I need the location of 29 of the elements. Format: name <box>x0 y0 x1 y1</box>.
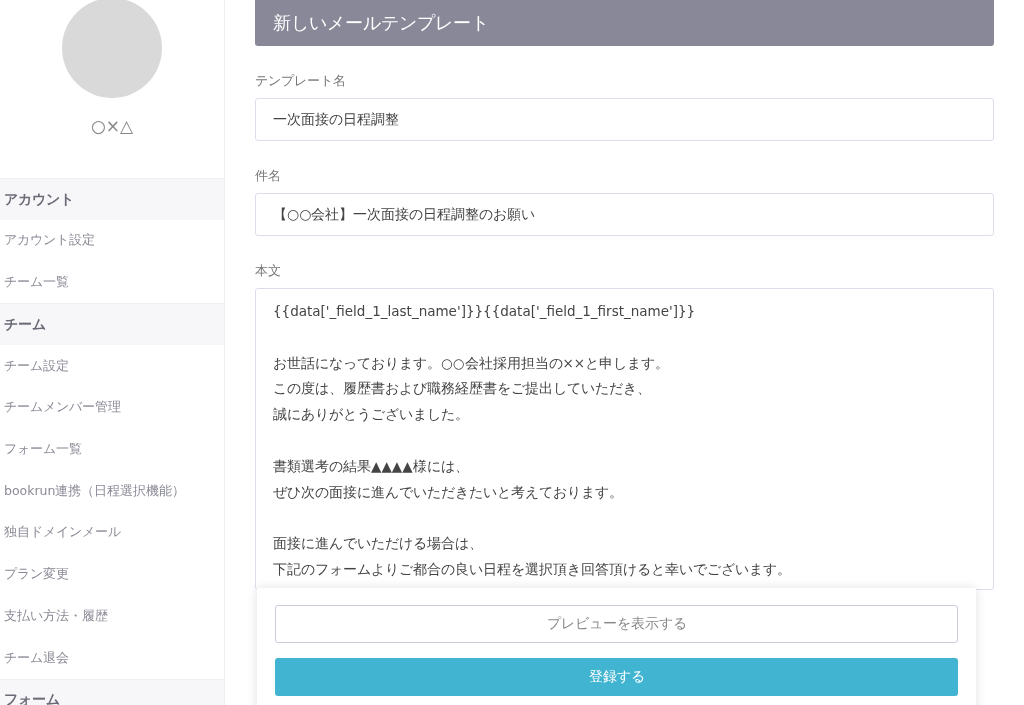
sidebar-item[interactable]: bookrun連携（日程選択機能） <box>0 470 224 513</box>
body-text-line: {{data['_field_1_last_name']}}{{data['_field_1_first_name']}} <box>273 302 697 321</box>
sidebar-item[interactable]: 支払い方法・履歴 <box>0 595 224 638</box>
sidebar-item[interactable]: フォーム一覧 <box>0 428 224 471</box>
sidebar-section-header: チーム <box>0 303 224 346</box>
profile-name: ○×△ <box>90 116 134 136</box>
sidebar-item[interactable]: チーム設定 <box>0 345 224 388</box>
sidebar-section-header: アカウント <box>0 178 224 220</box>
input-field[interactable]: 一次面接の日程調整 <box>255 98 994 141</box>
body-text-line: 下記のフォームよりご都合の良い日程を選択頂き回答頂けると幸いでございます。 <box>273 559 792 579</box>
sidebar-item[interactable]: プラン変更 <box>0 553 224 596</box>
field-label: テンプレート名 <box>255 72 347 90</box>
sidebar-item[interactable]: チーム一覧 <box>0 261 224 304</box>
sidebar-item[interactable]: 独自ドメインメール <box>0 512 224 554</box>
field-label: 件名 <box>255 167 282 185</box>
input-field[interactable]: 【○○会社】一次面接の日程調整のお願い <box>255 193 994 236</box>
preview-button[interactable]: プレビューを表示する <box>275 605 958 643</box>
body-text-line: 面接に進んでいただける場合は、 <box>273 534 484 554</box>
sidebar-item[interactable]: アカウント設定 <box>0 220 224 262</box>
submit-button[interactable]: 登録する <box>275 658 958 696</box>
field-label: 本文 <box>255 262 282 280</box>
sidebar-item[interactable]: チーム退会 <box>0 637 224 679</box>
body-text-line: 誠にありがとうございました。 <box>273 405 470 425</box>
panel-title: 新しいメールテンプレート <box>255 0 994 46</box>
body-text-line: ぜひ次の面接に進んでいただきたいと考えております。 <box>273 482 624 502</box>
sidebar-item[interactable]: チームメンバー管理 <box>0 387 224 429</box>
body-text-line: お世話になっております。○○会社採用担当の××と申します。 <box>273 353 671 373</box>
body-text-line: この度は、履歴書および職務経歴書をご提出していただき、 <box>273 379 652 399</box>
body-text-line: 書類選考の結果▲▲▲▲様には、 <box>273 456 470 476</box>
